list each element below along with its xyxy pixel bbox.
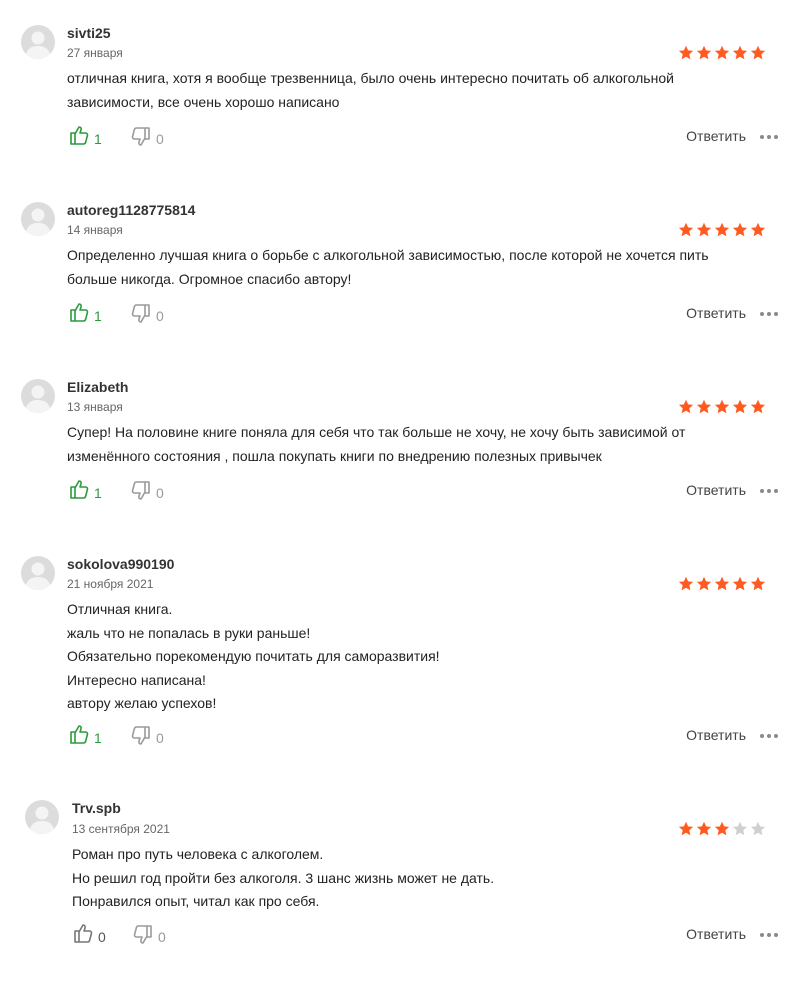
- like-button[interactable]: 1: [68, 124, 102, 153]
- thumbs-up-icon: [72, 922, 94, 951]
- thumbs-down-icon: [130, 478, 152, 507]
- review-author[interactable]: autoreg1128775814: [67, 202, 195, 218]
- rating-stars: [678, 222, 766, 238]
- review-text: Супер! На половине книге поняла для себя…: [67, 424, 686, 464]
- star-filled-icon: [750, 222, 766, 238]
- like-count: 1: [94, 484, 102, 501]
- review-author[interactable]: Trv.spb: [72, 800, 121, 816]
- avatar[interactable]: [25, 800, 59, 834]
- avatar[interactable]: [21, 556, 55, 590]
- star-filled-icon: [732, 576, 748, 592]
- like-count: 0: [98, 928, 106, 945]
- star-filled-icon: [714, 45, 730, 61]
- dislike-button[interactable]: 0: [132, 922, 166, 951]
- rating-stars: [678, 576, 766, 592]
- dislike-button[interactable]: 0: [130, 124, 164, 153]
- avatar[interactable]: [21, 202, 55, 236]
- like-count: 1: [94, 307, 102, 324]
- thumbs-down-icon: [130, 124, 152, 153]
- dislike-button[interactable]: 0: [130, 478, 164, 507]
- star-filled-icon: [732, 399, 748, 415]
- review-actions: 0 0 Ответить: [0, 920, 800, 950]
- star-filled-icon: [750, 576, 766, 592]
- rating-stars: [678, 399, 766, 415]
- review-author[interactable]: Elizabeth: [67, 379, 128, 395]
- more-options-icon[interactable]: [760, 932, 778, 938]
- star-filled-icon: [678, 576, 694, 592]
- star-filled-icon: [750, 45, 766, 61]
- star-empty-icon: [732, 821, 748, 837]
- like-button[interactable]: 1: [68, 478, 102, 507]
- dislike-count: 0: [156, 307, 164, 324]
- star-empty-icon: [750, 821, 766, 837]
- review-date: 13 января: [67, 400, 123, 414]
- review-text: Определенно лучшая книга о борьбе с алко…: [67, 247, 709, 287]
- more-options-icon[interactable]: [760, 134, 778, 140]
- like-button[interactable]: 1: [68, 301, 102, 330]
- star-filled-icon: [732, 222, 748, 238]
- dislike-count: 0: [156, 729, 164, 746]
- review-text: отличная книга, хотя я вообще трезвенниц…: [67, 70, 674, 110]
- more-options-icon[interactable]: [760, 311, 778, 317]
- dislike-count: 0: [156, 484, 164, 501]
- star-filled-icon: [696, 222, 712, 238]
- review-text: Роман про путь человека с алкоголем. Но …: [72, 846, 495, 909]
- like-count: 1: [94, 729, 102, 746]
- star-filled-icon: [678, 399, 694, 415]
- star-filled-icon: [678, 821, 694, 837]
- star-filled-icon: [750, 399, 766, 415]
- review-actions: 1 0 Ответить: [0, 122, 800, 152]
- reply-button[interactable]: Ответить: [686, 727, 746, 743]
- rating-stars: [678, 821, 766, 837]
- review-text: Отличная книга. жаль что не попалась в р…: [67, 601, 440, 711]
- thumbs-down-icon: [130, 723, 152, 752]
- review-date: 13 сентября 2021: [72, 822, 170, 836]
- like-count: 1: [94, 130, 102, 147]
- review-actions: 1 0 Ответить: [0, 721, 800, 751]
- review-date: 14 января: [67, 223, 123, 237]
- star-filled-icon: [714, 821, 730, 837]
- thumbs-up-icon: [68, 478, 90, 507]
- review-date: 21 ноября 2021: [67, 577, 154, 591]
- thumbs-up-icon: [68, 723, 90, 752]
- star-filled-icon: [696, 576, 712, 592]
- review-author[interactable]: sokolova990190: [67, 556, 174, 572]
- dislike-button[interactable]: 0: [130, 723, 164, 752]
- star-filled-icon: [696, 399, 712, 415]
- dislike-button[interactable]: 0: [130, 301, 164, 330]
- star-filled-icon: [678, 222, 694, 238]
- avatar[interactable]: [21, 25, 55, 59]
- star-filled-icon: [714, 399, 730, 415]
- star-filled-icon: [696, 821, 712, 837]
- review-date: 27 января: [67, 46, 123, 60]
- reply-button[interactable]: Ответить: [686, 482, 746, 498]
- like-button[interactable]: 0: [72, 922, 106, 951]
- rating-stars: [678, 45, 766, 61]
- star-filled-icon: [678, 45, 694, 61]
- star-filled-icon: [696, 45, 712, 61]
- star-filled-icon: [732, 45, 748, 61]
- thumbs-up-icon: [68, 301, 90, 330]
- like-button[interactable]: 1: [68, 723, 102, 752]
- dislike-count: 0: [158, 928, 166, 945]
- more-options-icon[interactable]: [760, 488, 778, 494]
- thumbs-down-icon: [132, 922, 154, 951]
- thumbs-down-icon: [130, 301, 152, 330]
- review-actions: 1 0 Ответить: [0, 299, 800, 329]
- reply-button[interactable]: Ответить: [686, 128, 746, 144]
- review-author[interactable]: sivti25: [67, 25, 111, 41]
- thumbs-up-icon: [68, 124, 90, 153]
- reply-button[interactable]: Ответить: [686, 926, 746, 942]
- avatar[interactable]: [21, 379, 55, 413]
- more-options-icon[interactable]: [760, 733, 778, 739]
- dislike-count: 0: [156, 130, 164, 147]
- star-filled-icon: [714, 576, 730, 592]
- star-filled-icon: [714, 222, 730, 238]
- reply-button[interactable]: Ответить: [686, 305, 746, 321]
- review-actions: 1 0 Ответить: [0, 476, 800, 506]
